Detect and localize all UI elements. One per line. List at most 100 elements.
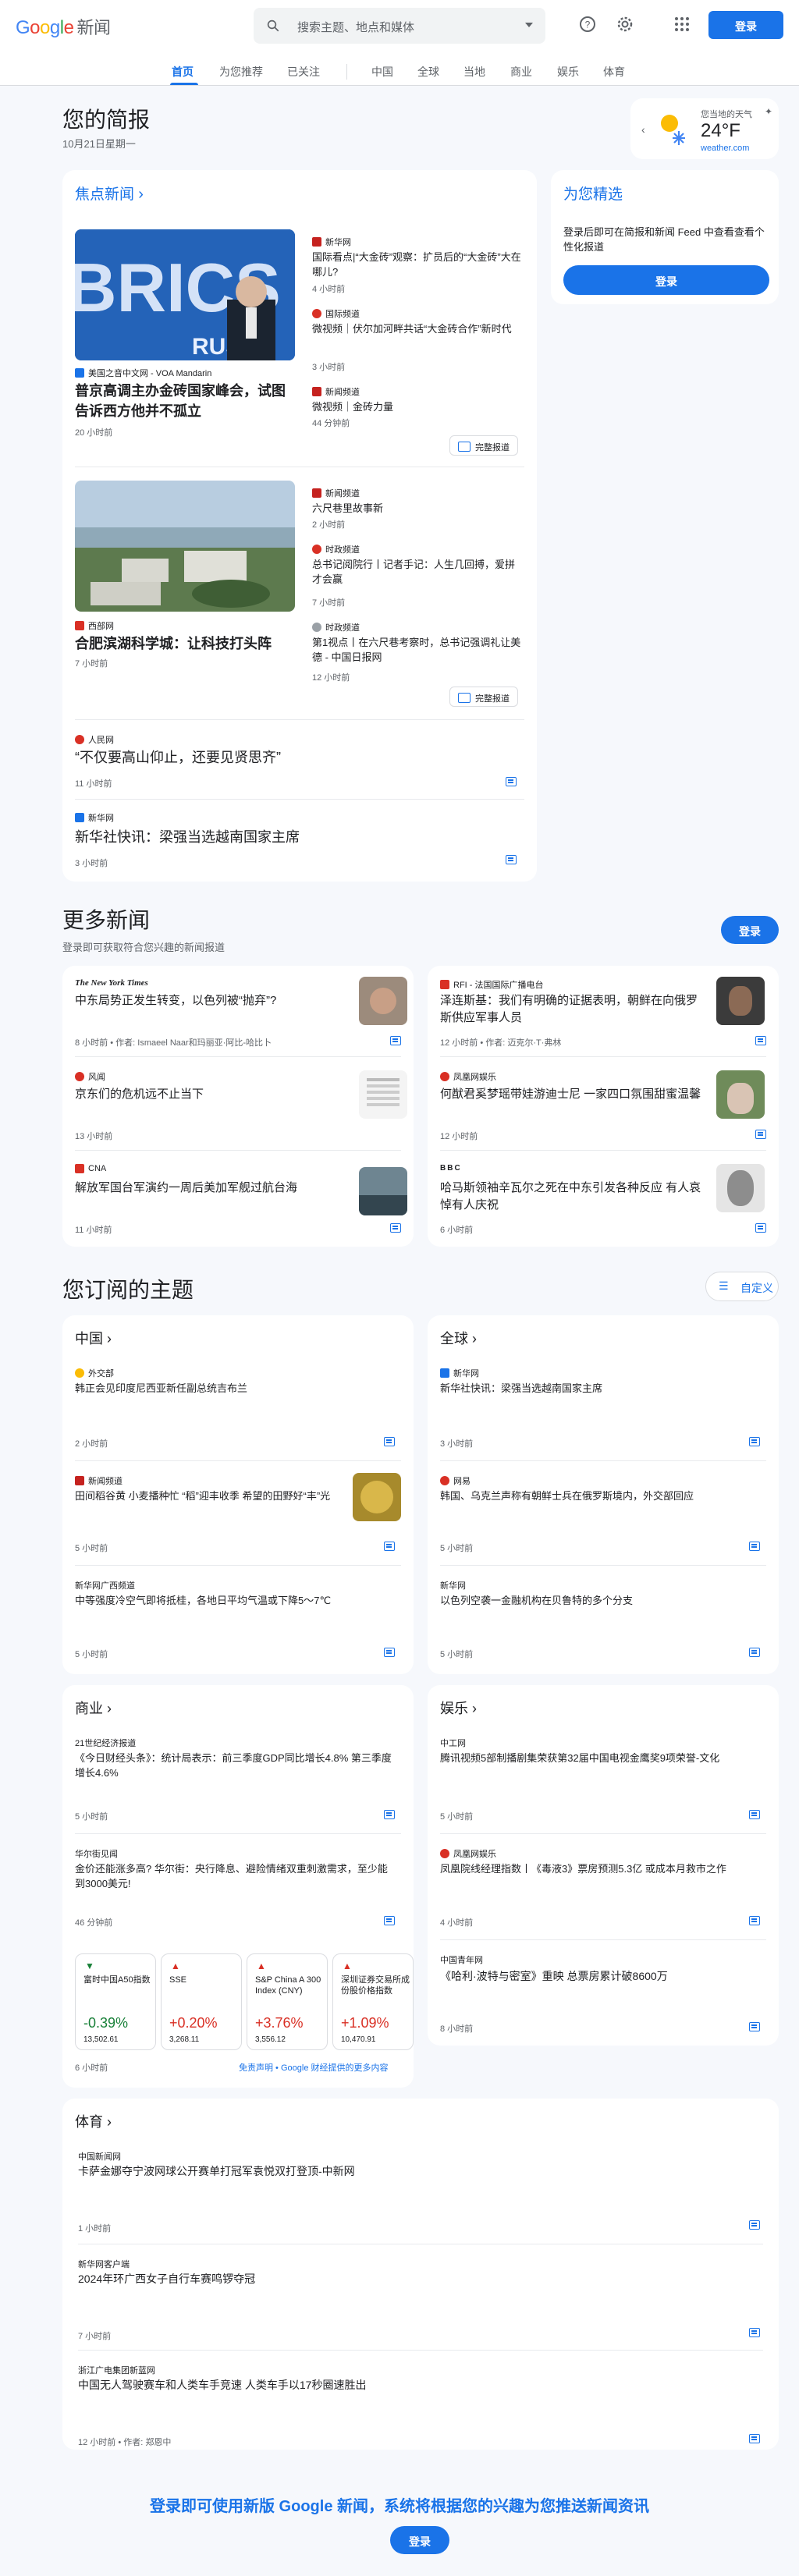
full-coverage-icon[interactable] <box>755 1223 766 1233</box>
news-headline[interactable]: 金价还能涨多高? 华尔街：央行降息、避险情绪双重刺激需求，至少能到3000美元! <box>75 1861 395 1891</box>
related-headline[interactable]: 第1视点丨在六尺巷考察时，总书记强调礼让美德 - 中国日报网 <box>312 635 523 665</box>
tab-sports[interactable]: 体育 <box>603 64 625 80</box>
search-options-chevron-icon[interactable] <box>525 23 533 27</box>
weather-settings-icon[interactable]: ✦ <box>765 106 772 117</box>
news-headline[interactable]: 腾讯视频5部制播剧集荣获第32届中国电视金鹰奖9项荣誉-文化 <box>440 1751 760 1765</box>
news-headline[interactable]: 新华社快讯：梁强当选越南国家主席 <box>440 1381 752 1396</box>
full-coverage-icon[interactable] <box>506 777 517 786</box>
news-thumbnail[interactable] <box>353 1473 401 1521</box>
full-coverage-icon[interactable] <box>749 1437 760 1446</box>
news-thumbnail[interactable] <box>716 977 765 1025</box>
weather-source-link[interactable]: weather.com <box>701 144 749 153</box>
news-headline[interactable]: 《今日财经头条》：统计局表示：前三季度GDP同比增长4.8% 第三季度增长4.6… <box>75 1751 395 1780</box>
full-coverage-button[interactable]: 完整报道 <box>449 687 518 707</box>
news-headline[interactable]: 哈马斯领袖辛瓦尔之死在中东引发各种反应 有人哀悼有人庆祝 <box>440 1180 705 1214</box>
tab-local[interactable]: 当地 <box>463 64 485 80</box>
tab-china[interactable]: 中国 <box>371 64 393 80</box>
news-headline[interactable]: 田间稻谷黄 小麦播种忙 “稻”迎丰收季 希望的田野好“丰”光 <box>75 1488 340 1503</box>
news-headline[interactable]: 京东们的危机远不止当下 <box>75 1086 340 1103</box>
news-headline[interactable]: 以色列空袭一金融机构在贝鲁特的多个分支 <box>440 1593 760 1608</box>
full-coverage-icon[interactable] <box>384 1916 395 1925</box>
google-news-logo[interactable]: Google 新闻 <box>16 14 111 39</box>
news-headline[interactable]: 中东局势正发生转变，以色列被“抛弃”? <box>75 992 340 1009</box>
topic-heading[interactable]: 体育 › <box>75 2111 112 2131</box>
news-headline[interactable]: 中国无人驾驶赛车和人类车手竞速 人类车手以17秒圈速胜出 <box>78 2378 749 2393</box>
tab-home[interactable]: 首页 <box>172 64 194 80</box>
related-headline[interactable]: 总书记阅院行丨记者手记：人生几回搏，爱拼才会赢 <box>312 557 523 587</box>
full-coverage-icon[interactable] <box>390 1223 401 1233</box>
related-source: 时政频道 <box>312 621 360 633</box>
search-box[interactable]: 搜索主题、地点和媒体 <box>254 8 545 44</box>
full-coverage-icon[interactable] <box>749 2434 760 2443</box>
top-stories-heading[interactable]: 焦点新闻 › <box>75 183 144 204</box>
more-news-signin-button[interactable]: 登录 <box>721 916 779 944</box>
footer-signin-button[interactable]: 登录 <box>390 2526 449 2554</box>
topic-heading[interactable]: 中国 › <box>75 1328 112 1348</box>
full-coverage-icon[interactable] <box>749 1810 760 1819</box>
news-headline[interactable]: 《哈利·波特与密室》重映 总票房累计破8600万 <box>440 1969 760 1984</box>
gear-icon[interactable] <box>616 15 634 34</box>
story-headline[interactable]: 合肥滨湖科学城：让科技打头阵 <box>75 633 295 654</box>
full-coverage-icon[interactable] <box>384 1437 395 1446</box>
full-coverage-icon[interactable] <box>749 2328 760 2337</box>
full-coverage-icon[interactable] <box>390 1036 401 1045</box>
news-headline[interactable]: 凤凰院线经理指数丨《毒液3》票房预测5.3亿 或成本月救市之作 <box>440 1861 760 1876</box>
full-coverage-icon[interactable] <box>384 1542 395 1551</box>
full-coverage-icon[interactable] <box>749 1542 760 1551</box>
topic-heading[interactable]: 商业 › <box>75 1698 112 1718</box>
full-coverage-icon[interactable] <box>384 1648 395 1657</box>
customize-button[interactable]: ☰ 自定义 <box>705 1272 779 1301</box>
full-coverage-icon[interactable] <box>749 1916 760 1925</box>
news-headline[interactable]: 何猷君奚梦瑶带娃游迪士尼 一家四口氛围甜蜜温馨 <box>440 1086 705 1103</box>
tab-world[interactable]: 全球 <box>417 64 439 80</box>
header-signin-button[interactable]: 登录 <box>708 11 783 39</box>
full-coverage-icon[interactable] <box>749 2022 760 2031</box>
tab-entertainment[interactable]: 娱乐 <box>557 64 579 80</box>
topic-heading[interactable]: 娱乐 › <box>440 1698 477 1718</box>
story-headline[interactable]: 新华社快讯：梁强当选越南国家主席 <box>75 827 512 847</box>
full-coverage-icon[interactable] <box>506 855 517 864</box>
news-headline[interactable]: 卡萨金娜夺宁波网球公开赛单打冠军袁悦双打登顶-中新网 <box>78 2164 749 2179</box>
tab-following[interactable]: 已关注 <box>287 64 320 80</box>
related-headline[interactable]: 国际看点|“大金砖”观察：扩员后的“大金砖”大在哪儿? <box>312 250 523 279</box>
related-headline[interactable]: 六尺巷里故事新 <box>312 501 523 516</box>
tab-business[interactable]: 商业 <box>510 64 532 80</box>
story-image-hefei[interactable] <box>75 481 295 612</box>
market-index-tile[interactable]: ▼ 富时中国A50指数 -0.39% 13,502.61 <box>75 1953 156 2050</box>
weather-widget[interactable]: ‹ 您当地的天气 24°F weather.com ✦ <box>630 98 779 159</box>
news-thumbnail[interactable] <box>716 1164 765 1212</box>
full-coverage-button[interactable]: 完整报道 <box>449 435 518 456</box>
picks-signin-button[interactable]: 登录 <box>563 265 769 295</box>
related-headline[interactable]: 微视频｜金砖力量 <box>312 399 523 414</box>
news-thumbnail[interactable] <box>359 977 407 1025</box>
full-coverage-icon[interactable] <box>749 2220 760 2230</box>
news-thumbnail[interactable] <box>359 1070 407 1119</box>
news-headline[interactable]: 韩正会见印度尼西亚新任副总统吉布兰 <box>75 1381 387 1396</box>
chevron-left-icon[interactable]: ‹ <box>641 123 645 136</box>
news-headline[interactable]: 解放军国台军演约一周后美加军舰过航台海 <box>75 1180 340 1197</box>
topic-heading[interactable]: 全球 › <box>440 1328 477 1348</box>
market-index-tile[interactable]: ▲ S&P China A 300 Index (CNY) +3.76% 3,556.… <box>247 1953 328 2050</box>
full-coverage-icon[interactable] <box>755 1036 766 1045</box>
story-image-brics[interactable]: BRICS RUSS <box>75 229 295 360</box>
news-headline[interactable]: 泽连斯基：我们有明确的证据表明，朝鲜在向俄罗斯供应军事人员 <box>440 992 705 1027</box>
news-time: 12 小时前 • 作者: 郑恩中 <box>78 2438 172 2447</box>
news-headline[interactable]: 2024年环广西女子自行车赛鸣锣夺冠 <box>78 2272 749 2287</box>
news-source: 中国青年网 <box>440 1956 483 1965</box>
market-index-tile[interactable]: ▲ 深圳证券交易所成份股价格指数 +1.09% 10,470.91 <box>332 1953 414 2050</box>
news-thumbnail[interactable] <box>359 1167 407 1215</box>
full-coverage-icon[interactable] <box>755 1130 766 1139</box>
full-coverage-icon[interactable] <box>384 1810 395 1819</box>
tab-for-you[interactable]: 为您推荐 <box>219 64 263 80</box>
story-headline[interactable]: “不仅要高山仰止，还要见贤思齐” <box>75 747 512 768</box>
finance-disclaimer-link[interactable]: 免责声明 • Google 财经提供的更多内容 <box>239 2061 389 2074</box>
news-thumbnail[interactable] <box>716 1070 765 1119</box>
news-headline[interactable]: 中等强度冷空气即将抵桂，各地日平均气温或下降5～7℃ <box>75 1593 395 1608</box>
apps-grid-icon[interactable] <box>673 15 691 34</box>
news-headline[interactable]: 韩国、乌克兰声称有朝鲜士兵在俄罗斯境内，外交部回应 <box>440 1488 760 1503</box>
market-index-tile[interactable]: ▲ SSE +0.20% 3,268.11 <box>161 1953 242 2050</box>
related-headline[interactable]: 微视频｜伏尔加河畔共话“大金砖合作”新时代 <box>312 321 523 336</box>
full-coverage-icon[interactable] <box>749 1648 760 1657</box>
help-icon[interactable]: ? <box>578 15 597 34</box>
story-headline[interactable]: 普京高调主办金砖国家峰会，试图告诉西方他并不孤立 <box>75 381 295 421</box>
